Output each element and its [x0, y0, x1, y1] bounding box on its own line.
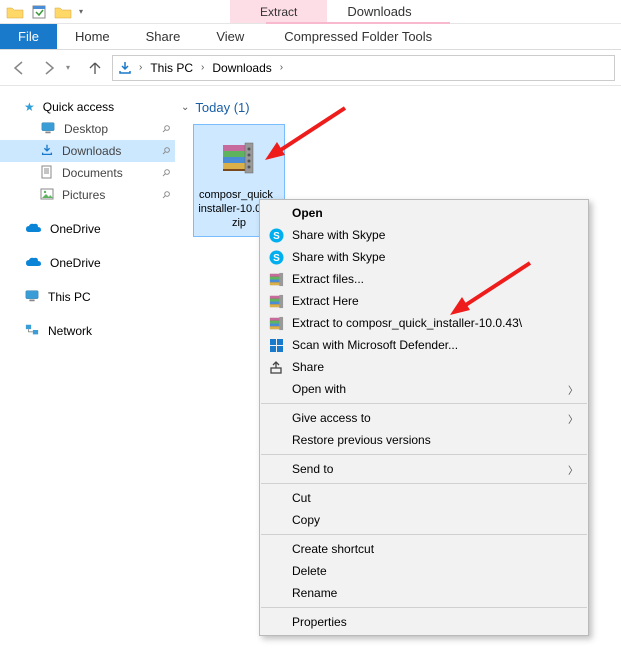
address-bar[interactable]: › This PC › Downloads › [112, 55, 615, 81]
sidebar-item-label: Downloads [62, 144, 121, 158]
sidebar-item-this-pc[interactable]: This PC [0, 286, 175, 308]
document-icon [40, 165, 54, 182]
sidebar-item-onedrive[interactable]: OneDrive [0, 252, 175, 274]
ctx-cut[interactable]: Cut [260, 487, 588, 509]
group-header-label: Today (1) [195, 100, 249, 115]
folder-icon[interactable] [4, 1, 26, 23]
up-button[interactable] [82, 55, 108, 81]
monitor-icon [40, 121, 56, 138]
ctx-extract-to[interactable]: Extract to composr_quick_installer-10.0.… [260, 312, 588, 334]
ctx-share-skype[interactable]: SShare with Skype [260, 246, 588, 268]
tab-home[interactable]: Home [57, 24, 128, 49]
back-button[interactable] [6, 55, 32, 81]
chevron-down-icon: ⌄ [181, 102, 189, 113]
cloud-icon [24, 221, 42, 238]
picture-icon [40, 187, 54, 204]
sidebar-item-label: This PC [48, 290, 91, 304]
skype-icon: S [264, 226, 288, 244]
chevron-right-icon: 〉 [568, 411, 578, 426]
breadcrumb-root[interactable]: This PC [146, 61, 197, 75]
sidebar-item-label: Pictures [62, 188, 105, 202]
pin-icon: ⚲ [159, 189, 172, 202]
ctx-restore-versions[interactable]: Restore previous versions [260, 429, 588, 451]
sidebar-item-label: OneDrive [50, 256, 101, 270]
share-icon [264, 358, 288, 376]
pin-icon: ⚲ [159, 167, 172, 180]
separator [261, 403, 587, 404]
sidebar-item-downloads[interactable]: Downloads ⚲ [0, 140, 175, 162]
history-dropdown-icon[interactable]: ▾ [66, 63, 78, 72]
ctx-copy[interactable]: Copy [260, 509, 588, 531]
sidebar-item-pictures[interactable]: Pictures ⚲ [0, 184, 175, 206]
contextual-tab-header: Extract [230, 0, 327, 23]
sidebar-item-desktop[interactable]: Desktop ⚲ [0, 118, 175, 140]
sidebar-item-quick-access[interactable]: ★ Quick access [0, 96, 175, 118]
download-icon [115, 58, 135, 78]
sidebar-item-label: Quick access [43, 100, 114, 114]
rar-icon [264, 292, 288, 310]
pin-icon: ⚲ [159, 145, 172, 158]
breadcrumb-folder[interactable]: Downloads [208, 61, 275, 75]
sidebar-item-onedrive[interactable]: OneDrive [0, 218, 175, 240]
rar-icon [264, 314, 288, 332]
separator [261, 534, 587, 535]
star-icon: ★ [24, 100, 35, 114]
forward-button[interactable] [36, 55, 62, 81]
chevron-right-icon: 〉 [568, 382, 578, 397]
separator [261, 483, 587, 484]
ctx-give-access[interactable]: Give access to〉 [260, 407, 588, 429]
chevron-right-icon: 〉 [568, 462, 578, 477]
tab-share[interactable]: Share [128, 24, 199, 49]
svg-text:S: S [273, 253, 280, 264]
ctx-open-with[interactable]: Open with〉 [260, 378, 588, 400]
monitor-icon [24, 289, 40, 306]
title-bar: ▾ Extract Downloads [0, 0, 621, 24]
ribbon-tabs: File Home Share View Compressed Folder T… [0, 24, 621, 50]
ctx-extract-files[interactable]: Extract files... [260, 268, 588, 290]
ctx-defender[interactable]: Scan with Microsoft Defender... [260, 334, 588, 356]
chevron-right-icon[interactable]: › [137, 62, 144, 73]
sidebar-item-label: Desktop [64, 122, 108, 136]
group-header[interactable]: ⌄ Today (1) [181, 100, 613, 115]
ctx-extract-here[interactable]: Extract Here [260, 290, 588, 312]
chevron-right-icon[interactable]: › [199, 62, 206, 73]
tab-compressed-tools[interactable]: Compressed Folder Tools [266, 22, 450, 49]
window-title: Downloads [327, 0, 431, 23]
sidebar-item-label: OneDrive [50, 222, 101, 236]
chevron-right-icon[interactable]: › [278, 62, 285, 73]
ctx-send-to[interactable]: Send to〉 [260, 458, 588, 480]
ctx-share-skype[interactable]: SShare with Skype [260, 224, 588, 246]
defender-icon [264, 336, 288, 354]
tab-file[interactable]: File [0, 24, 57, 49]
ctx-delete[interactable]: Delete [260, 560, 588, 582]
download-icon [40, 143, 54, 160]
new-folder-icon[interactable] [52, 1, 74, 23]
context-menu: Open SShare with Skype SShare with Skype… [259, 199, 589, 636]
sidebar: ★ Quick access Desktop ⚲ Downloads ⚲ Doc… [0, 86, 175, 661]
tab-view[interactable]: View [198, 24, 262, 49]
properties-icon[interactable] [28, 1, 50, 23]
rar-icon [264, 270, 288, 288]
network-icon [24, 323, 40, 340]
ctx-create-shortcut[interactable]: Create shortcut [260, 538, 588, 560]
ctx-rename[interactable]: Rename [260, 582, 588, 604]
nav-bar: ▾ › This PC › Downloads › [0, 50, 621, 86]
skype-icon: S [264, 248, 288, 266]
ctx-properties[interactable]: Properties [260, 611, 588, 633]
qat-dropdown-icon[interactable]: ▾ [76, 7, 86, 16]
sidebar-item-network[interactable]: Network [0, 320, 175, 342]
pin-icon: ⚲ [159, 123, 172, 136]
ctx-share[interactable]: Share [260, 356, 588, 378]
svg-text:S: S [273, 231, 280, 242]
separator [261, 607, 587, 608]
sidebar-item-documents[interactable]: Documents ⚲ [0, 162, 175, 184]
sidebar-item-label: Documents [62, 166, 123, 180]
separator [261, 454, 587, 455]
ctx-open[interactable]: Open [260, 202, 588, 224]
cloud-icon [24, 255, 42, 272]
sidebar-item-label: Network [48, 324, 92, 338]
quick-access-toolbar: ▾ [0, 0, 90, 23]
rar-archive-icon [215, 135, 263, 183]
